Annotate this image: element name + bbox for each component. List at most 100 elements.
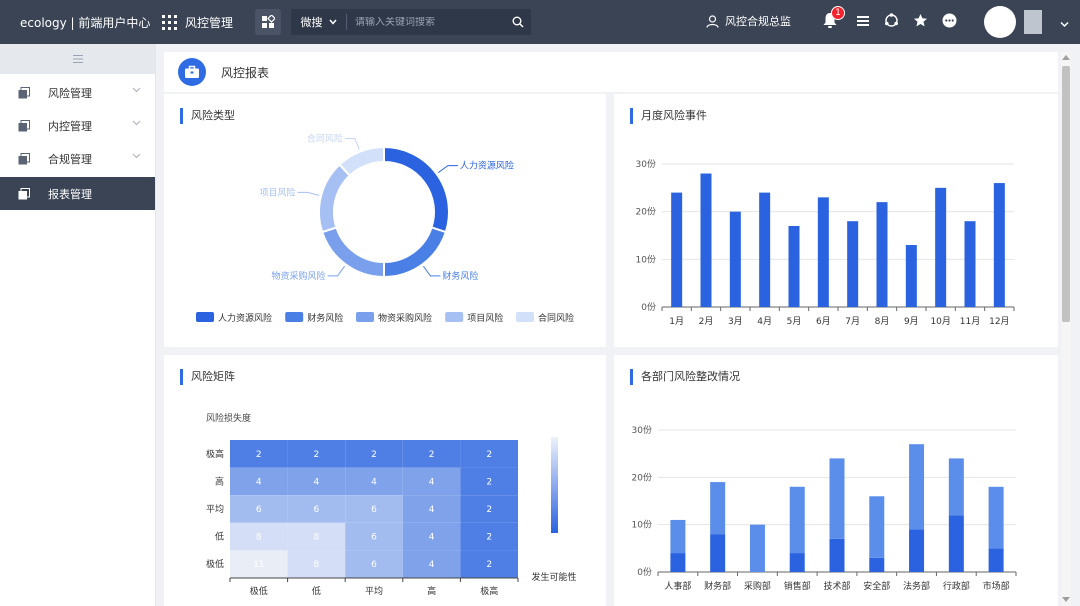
x-tick-label: 采购部 — [744, 580, 771, 592]
legend-swatch — [516, 312, 534, 322]
y-tick-label: 0份 — [641, 301, 656, 313]
scroll-down-arrow[interactable] — [1062, 597, 1070, 602]
page-header: 风控报表 — [164, 52, 1058, 92]
x-tick-label: 市场部 — [983, 580, 1010, 592]
y-tick-label: 20份 — [636, 206, 656, 218]
x-tick-label: 3月 — [728, 316, 743, 327]
main-content: 风控报表 风险类型 人力资源风险 财务风险 物资采购风险 项目风险 合同风险 人力资源风险… — [164, 52, 1058, 606]
sidebar-item-reports[interactable]: 报表管理 — [0, 177, 155, 210]
stacked-bar-segment — [829, 538, 845, 572]
heatmap-cell-value: 4 — [429, 505, 435, 515]
stacked-bar-segment — [869, 557, 885, 572]
heatmap-cell-value: 4 — [314, 477, 320, 487]
heatmap-cell-value: 2 — [486, 560, 492, 570]
sidebar-item-risk-management[interactable]: 风险管理 — [0, 76, 155, 109]
x-tick-label: 8月 — [875, 316, 890, 327]
donut-label-line — [327, 265, 346, 277]
brand-title[interactable]: ecology | 前端用户中心 — [0, 14, 156, 31]
stacked-bar-segment — [710, 482, 726, 535]
heatmap-cell-value: 8 — [256, 533, 262, 543]
user-menu-button[interactable] — [1060, 17, 1069, 31]
sidebar-item-label: 内控管理 — [48, 119, 92, 133]
x-tick-label: 极低 — [250, 585, 268, 597]
x-tick-label: 高 — [427, 585, 436, 597]
notification-button[interactable]: 1 — [822, 6, 845, 32]
list-icon — [857, 15, 869, 26]
sidebar-item-compliance[interactable]: 合规管理 — [0, 142, 155, 175]
sidebar-collapse-button[interactable] — [0, 44, 155, 74]
star-icon — [914, 14, 927, 27]
legend-label: 财务风险 — [307, 312, 343, 324]
heatmap-cell-value: 2 — [486, 477, 492, 487]
more-button[interactable] — [942, 13, 957, 31]
risk-matrix-panel: 风险矩阵 风险损失度 极高 2 2 2 2 2 高 4 4 4 4 2 平均 6 6 6 4 2 低 8 8 6 4 2 极低 11… — [164, 355, 606, 606]
y-tick-label: 0份 — [637, 566, 652, 578]
bar — [817, 197, 829, 307]
legend-label: 项目风险 — [467, 312, 503, 324]
x-tick-label: 平均 — [365, 585, 383, 597]
module-icon — [18, 119, 30, 132]
stacked-bar-segment — [909, 444, 925, 530]
apps-grid-icon[interactable] — [162, 14, 177, 30]
dept-rectification-panel: 各部门风险整改情况 0份 10份 20份 30份 人事部 财务部 采购部 销售部 技术部 安全部法… — [614, 355, 1058, 606]
x-axis-label: 发生可能性 — [531, 571, 576, 583]
scroll-up-arrow[interactable] — [1062, 55, 1070, 60]
sidebar-item-internal-control[interactable]: 内控管理 — [0, 109, 155, 142]
bar — [905, 245, 917, 307]
monthly-events-bar-chart: 0份 10份 20份 30份 1月 2月 3月 4月 5月 6月 7月 8月 9月 10月 11月 12月 — [636, 158, 1015, 327]
x-tick-label: 9月 — [904, 316, 919, 327]
stacked-bar-segment — [789, 553, 805, 572]
donut-label: 合同风险 — [307, 133, 343, 145]
x-tick-label: 技术部 — [823, 580, 850, 592]
modules-button[interactable] — [255, 9, 282, 35]
heatmap-cell-value: 6 — [256, 505, 262, 515]
x-tick-label: 1月 — [669, 316, 684, 327]
bar — [847, 221, 859, 307]
heatmap-cell-value: 4 — [429, 477, 435, 487]
stacked-bar-segment — [749, 524, 765, 572]
avatar[interactable] — [984, 6, 1016, 38]
heatmap-cell-value: 2 — [371, 450, 377, 460]
heatmap-cell-value: 2 — [256, 450, 262, 460]
global-search: 微搜 — [291, 9, 532, 35]
heatmap-cell-value: 8 — [314, 560, 320, 570]
stacked-bar-segment — [988, 548, 1004, 572]
chevron-down-icon — [132, 153, 141, 159]
bar — [964, 221, 976, 307]
x-tick-label: 财务部 — [704, 580, 731, 592]
username-redacted — [1024, 10, 1042, 34]
page-scrollbar[interactable] — [1061, 52, 1071, 606]
risk-type-donut-chart: 人力资源风险财务风险物资采购风险项目风险合同风险人力资源风险 财务风险 物资采购风险… — [196, 133, 574, 324]
app-switcher[interactable]: 风控管理 — [162, 14, 233, 31]
donut-slice — [338, 145, 385, 177]
collapse-menu-icon — [72, 55, 83, 63]
heatmap-cell-value: 6 — [371, 533, 377, 543]
sync-button[interactable] — [884, 13, 899, 31]
scroll-thumb[interactable] — [1062, 66, 1070, 322]
bar — [876, 202, 888, 307]
x-tick-label: 安全部 — [863, 580, 890, 592]
heatmap-cell-value: 6 — [314, 505, 320, 515]
stacked-bar-segment — [710, 534, 726, 572]
heatmap-cell-value: 4 — [429, 533, 435, 543]
donut-slice — [383, 226, 448, 279]
y-tick-label: 低 — [215, 531, 224, 543]
list-button[interactable] — [856, 14, 870, 31]
sidebar-item-label: 风险管理 — [48, 86, 92, 100]
x-tick-label: 12月 — [989, 316, 1009, 327]
x-tick-label: 低 — [312, 585, 321, 597]
y-tick-label: 30份 — [632, 424, 652, 436]
favorite-button[interactable] — [913, 13, 928, 31]
search-type-select[interactable]: 微搜 — [291, 14, 348, 30]
y-tick-label: 平均 — [206, 503, 224, 515]
y-tick-label: 10份 — [632, 519, 652, 531]
sidebar-item-label: 报表管理 — [48, 187, 92, 201]
donut-slice — [320, 226, 385, 279]
search-icon[interactable] — [505, 16, 531, 28]
search-input[interactable] — [347, 16, 506, 28]
x-tick-label: 5月 — [787, 316, 802, 327]
app-title[interactable]: 风控管理 — [185, 14, 233, 31]
heatmap-cell-value: 4 — [256, 477, 262, 487]
donut-label-line — [297, 191, 320, 196]
role-switcher[interactable]: 风控合规总监 — [706, 13, 791, 29]
